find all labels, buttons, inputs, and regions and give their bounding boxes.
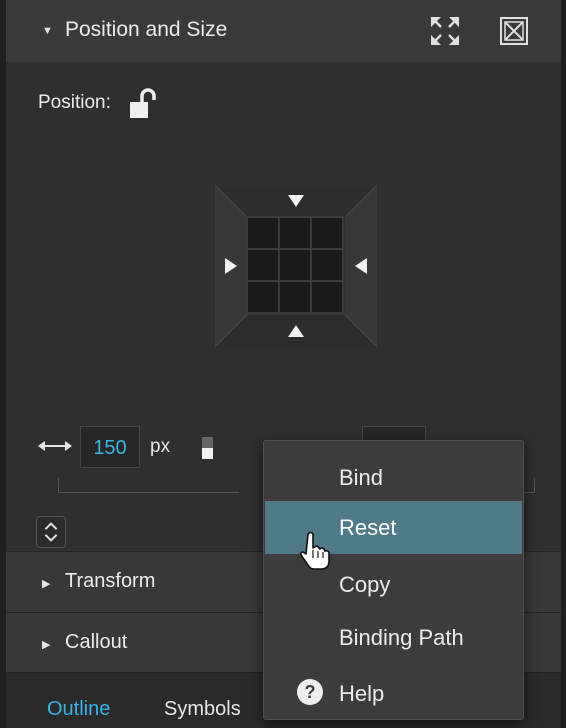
menu-item-bind[interactable]: Bind (265, 451, 522, 504)
link-bracket-left (58, 478, 239, 493)
width-arrow-icon (38, 441, 72, 451)
hand-cursor-icon (299, 531, 330, 570)
tab-outline[interactable]: Outline (47, 698, 110, 721)
expand-triangle-icon[interactable]: ▶ (42, 638, 50, 651)
collapse-triangle-icon[interactable]: ▼ (42, 25, 53, 37)
expand-triangle-icon[interactable]: ▶ (42, 577, 50, 590)
stepper-icon[interactable] (36, 516, 66, 548)
question-circle-icon: ? (297, 679, 323, 705)
expand-icon[interactable] (428, 14, 462, 48)
section-label: Transform (65, 570, 156, 592)
width-unit[interactable]: px (150, 436, 170, 458)
unlock-icon[interactable] (128, 88, 162, 120)
position-label: Position: (38, 92, 111, 113)
menu-item-binding-path[interactable]: Binding Path (265, 611, 522, 664)
svg-text:?: ? (305, 682, 316, 702)
anchor-grid[interactable] (215, 185, 377, 347)
tab-symbols[interactable]: Symbols (164, 698, 241, 721)
section-label: Callout (65, 631, 128, 653)
width-input[interactable]: 150 (80, 426, 140, 468)
section-title: Position and Size (65, 18, 228, 41)
close-box-icon[interactable] (497, 14, 531, 48)
position-size-header[interactable]: ▼ Position and Size (6, 0, 561, 63)
size-toggle-icon[interactable] (201, 436, 214, 460)
